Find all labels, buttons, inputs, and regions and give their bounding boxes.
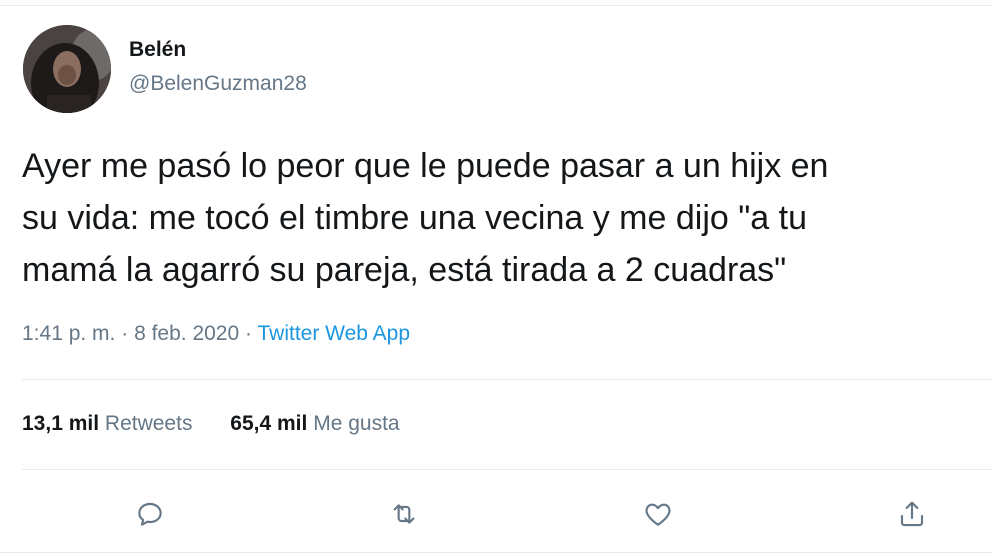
meta-separator: ·: [121, 322, 129, 345]
share-icon: [900, 501, 924, 527]
reply-icon: [138, 502, 162, 526]
divider: [22, 379, 992, 380]
top-border: [0, 5, 992, 6]
tweet-source-link[interactable]: Twitter Web App: [257, 322, 410, 345]
retweet-button[interactable]: [386, 496, 422, 532]
retweets-count: 13,1 mil: [22, 412, 100, 435]
tweet-text-line: su vida: me tocó el timbre una vecina y …: [22, 199, 808, 237]
user-handle[interactable]: @BelenGuzman28: [129, 72, 307, 96]
retweet-icon: [393, 504, 415, 524]
tweet-text-line: Ayer me pasó lo peor que le puede pasar …: [22, 147, 829, 185]
tweet-card: Belén @BelenGuzman28 Ayer me pasó lo peo…: [0, 0, 992, 558]
likes-label: Me gusta: [313, 412, 400, 435]
tweet-meta: 1:41 p. m. · 8 feb. 2020 · Twitter Web A…: [22, 322, 410, 346]
tweet-stats: 13,1 mil Retweets 65,4 mil Me gusta: [22, 412, 400, 436]
heart-icon: [645, 503, 671, 526]
meta-separator: ·: [245, 322, 253, 345]
share-button[interactable]: [894, 496, 930, 532]
tweet-date[interactable]: 8 feb. 2020: [134, 322, 239, 345]
retweets-stat[interactable]: 13,1 mil Retweets: [22, 412, 192, 436]
tweet-time[interactable]: 1:41 p. m.: [22, 322, 115, 345]
divider: [22, 469, 992, 470]
likes-count: 65,4 mil: [230, 412, 308, 435]
tweet-text-line: mamá la agarró su pareja, está tirada a …: [22, 251, 787, 289]
reply-button[interactable]: [132, 496, 168, 532]
display-name[interactable]: Belén: [129, 38, 186, 62]
tweet-text: Ayer me pasó lo peor que le puede pasar …: [22, 140, 990, 296]
bottom-border: [0, 552, 992, 553]
likes-stat[interactable]: 65,4 mil Me gusta: [230, 412, 399, 436]
avatar-image: [23, 25, 111, 113]
retweets-label: Retweets: [104, 412, 193, 435]
avatar[interactable]: [23, 25, 111, 113]
like-button[interactable]: [640, 496, 676, 532]
